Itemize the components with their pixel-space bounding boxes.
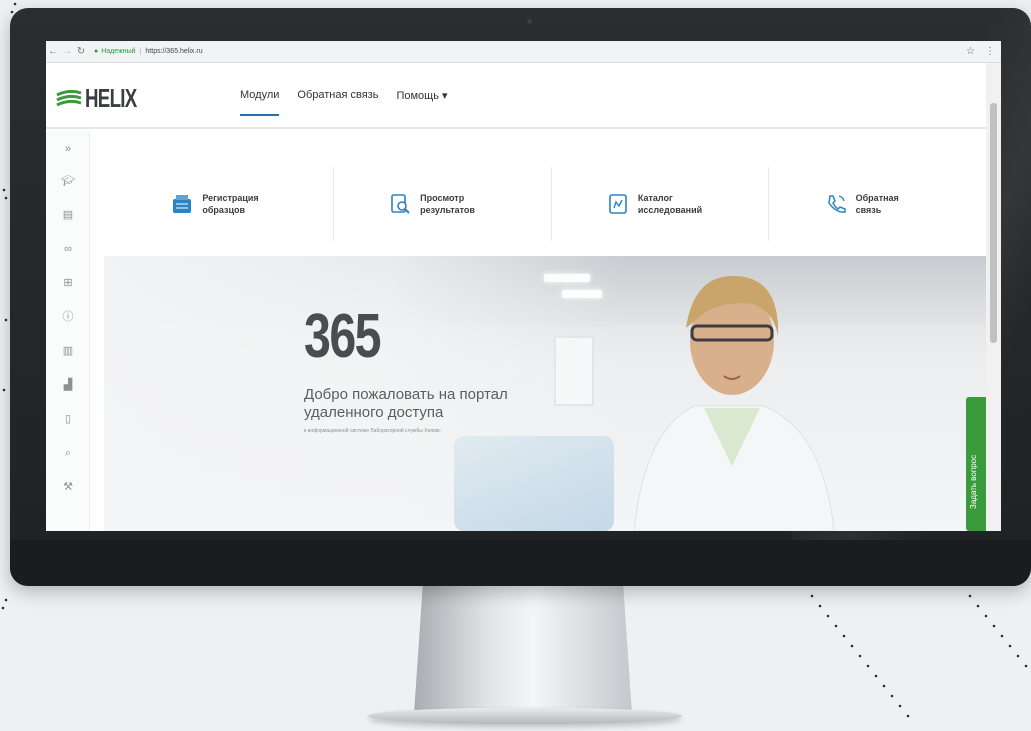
- address-separator: |: [139, 48, 142, 55]
- ask-question-label: Задать вопрос: [969, 454, 978, 509]
- monitor-stand: [414, 586, 632, 714]
- document-icon[interactable]: ▯: [60, 411, 76, 427]
- hero-number: 365: [304, 302, 382, 371]
- reload-icon[interactable]: ↻: [74, 46, 88, 57]
- plus-box-icon[interactable]: ⊞: [60, 275, 76, 291]
- module-label-line1: Регистрация: [202, 193, 259, 203]
- module-label-line1: Просмотр: [420, 193, 465, 203]
- link-icon[interactable]: ∞: [60, 241, 76, 257]
- module-label-line2: результатов: [420, 205, 475, 215]
- back-icon[interactable]: ←: [46, 46, 60, 57]
- module-label: Регистрация образцов: [202, 192, 276, 216]
- hero-welcome-text: Добро пожаловать на портал удаленного до…: [304, 386, 544, 422]
- module-row: Регистрация образцов Просмотр результато…: [116, 167, 986, 241]
- module-label-line2: образцов: [202, 205, 246, 215]
- module-feedback[interactable]: Обратная связь: [769, 167, 986, 241]
- nav-modules[interactable]: Модули: [240, 89, 280, 116]
- search-icon[interactable]: ⌕: [60, 445, 76, 461]
- hero-banner: 365 Добро пожаловать на портал удаленног…: [104, 256, 988, 531]
- barcode-icon[interactable]: ▥: [60, 343, 76, 359]
- module-label: Обратная связь: [856, 192, 930, 216]
- wrench-icon[interactable]: ⚒: [60, 479, 76, 495]
- module-label-line1: Обратная: [855, 193, 899, 203]
- url-field[interactable]: https://365.helix.ru: [145, 48, 202, 55]
- hero-welcome-line1: Добро пожаловать на портал: [304, 386, 508, 403]
- secure-label: Надежный: [101, 48, 136, 55]
- brand-name: HELIX: [85, 83, 137, 113]
- module-label-line2: связь: [855, 205, 882, 215]
- nav-help[interactable]: Помощь ▾: [396, 89, 447, 116]
- module-label-line2: исследований: [637, 205, 703, 215]
- phone-icon: [827, 195, 846, 213]
- info-icon[interactable]: ⓘ: [60, 309, 76, 325]
- monitor-stand-base: [368, 708, 682, 724]
- module-label-line1: Каталог: [637, 193, 673, 203]
- hero-subtitle: к информационной системе Лабораторной сл…: [304, 428, 441, 434]
- graduation-cap-icon[interactable]: 🎓︎: [60, 173, 76, 189]
- lock-icon: ●: [94, 48, 99, 55]
- site-header: HELIX Модули Обратная связь Помощь ▾: [46, 63, 986, 129]
- nav-feedback[interactable]: Обратная связь: [297, 89, 378, 116]
- module-label: Просмотр результатов: [420, 192, 494, 216]
- catalog-icon: [609, 194, 627, 214]
- module-results[interactable]: Просмотр результатов: [334, 167, 552, 241]
- top-navigation: Модули Обратная связь Помощь ▾: [240, 89, 448, 116]
- module-registration[interactable]: Регистрация образцов: [116, 167, 334, 241]
- doctor-photo: [633, 275, 835, 531]
- registration-icon: [173, 195, 192, 213]
- monitor-chin: [10, 540, 1031, 586]
- module-label: Каталог исследований: [638, 192, 712, 216]
- browser-window: ← → ↻ ● Надежный | https://365.helix.ru …: [46, 41, 1001, 531]
- ask-question-button[interactable]: Задать вопрос: [966, 397, 986, 531]
- scrollbar-thumb[interactable]: [990, 103, 997, 343]
- helix-logo-icon: [56, 89, 82, 106]
- results-icon: [391, 194, 410, 214]
- browser-menu-icon[interactable]: ⋮: [985, 46, 995, 57]
- chart-icon[interactable]: ▟: [60, 377, 76, 393]
- sidebar: » 🎓︎ ▤ ∞ ⊞ ⓘ ▥ ▟ ▯ ⌕ ⚒: [46, 131, 90, 531]
- lab-device: [454, 436, 614, 531]
- module-catalog[interactable]: Каталог исследований: [552, 167, 770, 241]
- hero-welcome-line2: удаленного доступа: [304, 404, 444, 421]
- helix-logo[interactable]: HELIX: [56, 83, 157, 114]
- list-icon[interactable]: ▤: [60, 207, 76, 223]
- collapse-icon[interactable]: »: [60, 141, 76, 157]
- page-scrollbar[interactable]: [986, 63, 1001, 531]
- camera-icon: [527, 19, 532, 24]
- bookmark-star-icon[interactable]: ☆: [966, 46, 975, 57]
- forward-icon[interactable]: →: [60, 46, 74, 57]
- address-bar: ← → ↻ ● Надежный | https://365.helix.ru …: [46, 41, 1001, 63]
